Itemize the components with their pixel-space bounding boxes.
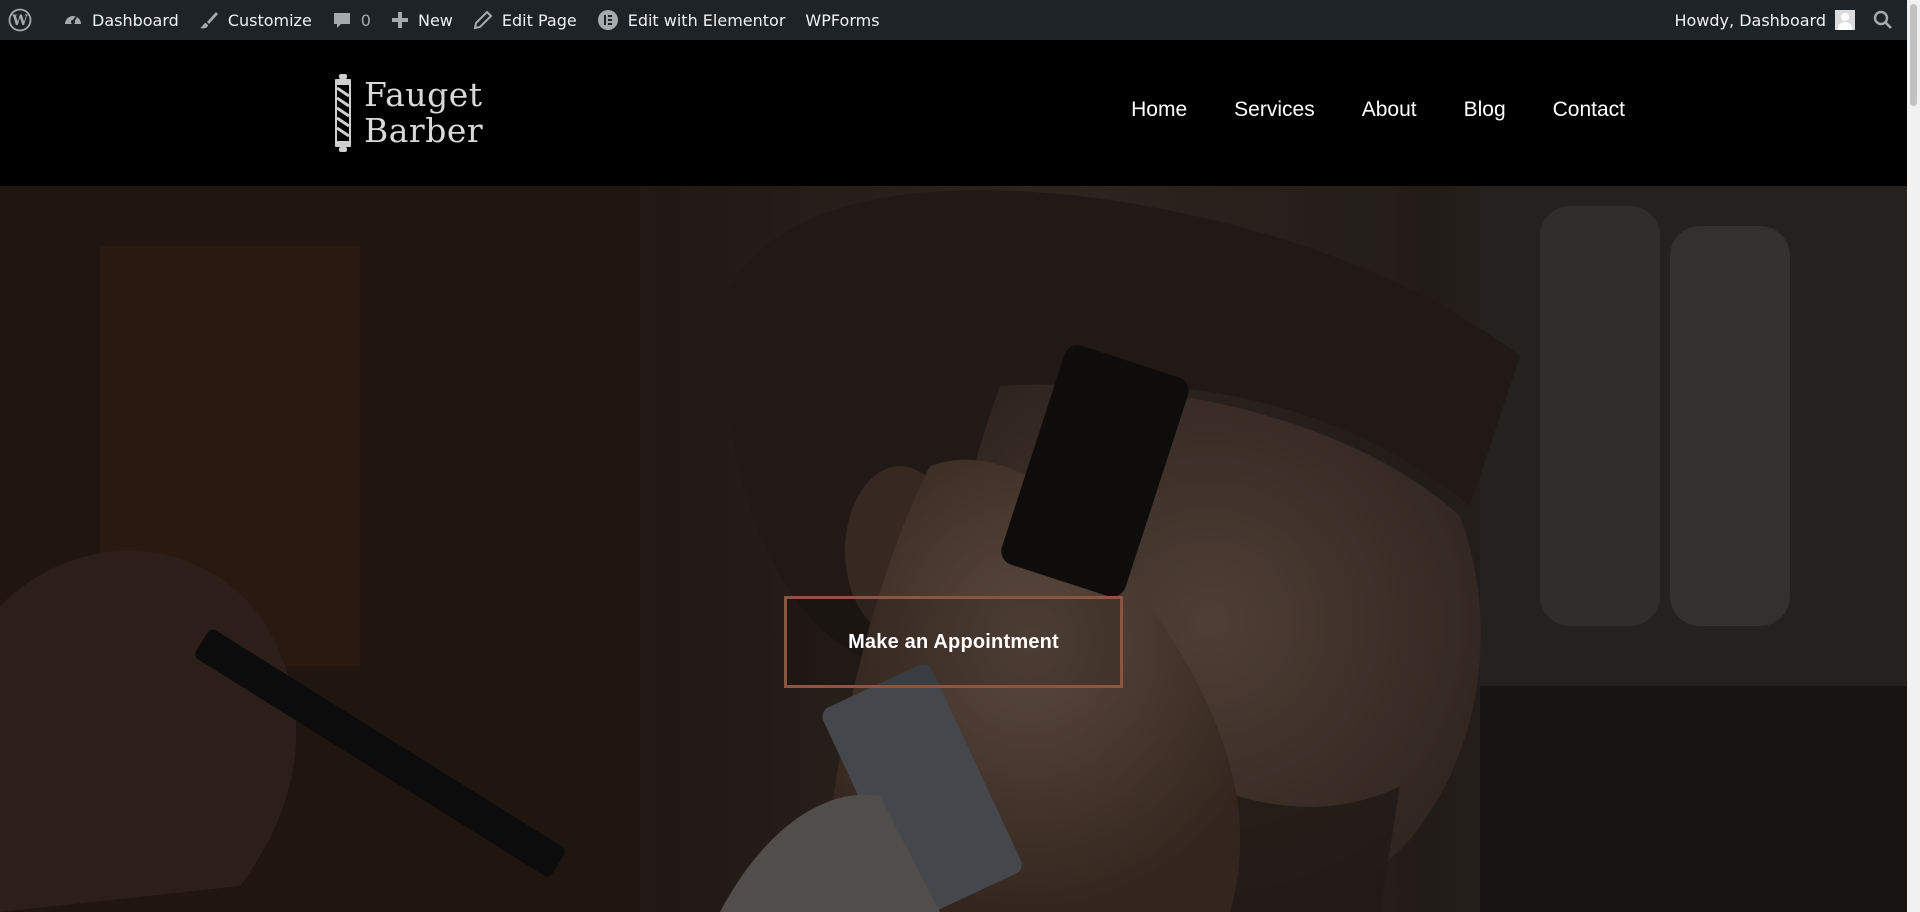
logo-text: Fauget Barber xyxy=(364,77,483,149)
dashboard-label: Dashboard xyxy=(92,10,179,30)
edit-elementor-label: Edit with Elementor xyxy=(627,10,786,30)
customize-label: Customize xyxy=(227,10,312,30)
admin-bar: W Dashboard Customize 0 New Edit Page Ed… xyxy=(0,0,1907,40)
logo-line-2: Barber xyxy=(364,111,484,150)
nav-services[interactable]: Services xyxy=(1234,98,1315,122)
wordpress-icon: W xyxy=(8,8,32,32)
comments-link[interactable]: 0 xyxy=(322,0,381,40)
new-label: New xyxy=(417,10,453,30)
dashboard-gauge-icon xyxy=(63,10,83,30)
edit-page-label: Edit Page xyxy=(501,10,577,30)
elementor-icon xyxy=(597,9,619,31)
site-header: Fauget Barber Home Services About Blog C… xyxy=(0,40,1907,186)
nav-about[interactable]: About xyxy=(1362,98,1417,122)
nav-home[interactable]: Home xyxy=(1131,98,1187,122)
main-nav: Home Services About Blog Contact xyxy=(1084,98,1625,122)
edit-elementor-link[interactable]: Edit with Elementor xyxy=(587,0,796,40)
avatar xyxy=(1835,10,1855,30)
nav-blog[interactable]: Blog xyxy=(1464,98,1506,122)
site-logo[interactable]: Fauget Barber xyxy=(328,72,483,154)
nav-contact[interactable]: Contact xyxy=(1553,98,1625,122)
scrollbar-thumb[interactable] xyxy=(1910,4,1917,106)
comments-count: 0 xyxy=(360,10,371,30)
wpforms-link[interactable]: WPForms xyxy=(795,0,889,40)
account-menu[interactable]: Howdy, Dashboard xyxy=(1664,0,1865,40)
admin-search-button[interactable] xyxy=(1865,0,1907,40)
hero-section: Make an Appointment xyxy=(0,186,1907,912)
svg-text:W: W xyxy=(11,13,28,29)
barber-pole-icon xyxy=(335,74,351,152)
plus-icon xyxy=(391,11,409,29)
pencil-icon xyxy=(473,10,493,30)
logo-line-1: Fauget xyxy=(364,75,483,114)
greeting-label: Howdy, Dashboard xyxy=(1674,10,1826,30)
comment-icon xyxy=(332,10,352,30)
search-icon xyxy=(1873,10,1893,30)
customize-link[interactable]: Customize xyxy=(189,0,322,40)
new-content-link[interactable]: New xyxy=(381,0,463,40)
hero-background-image xyxy=(0,186,1907,912)
page-scrollbar[interactable] xyxy=(1907,0,1920,912)
wp-logo-menu[interactable]: W xyxy=(0,0,53,40)
brush-icon xyxy=(199,10,219,30)
dashboard-link[interactable]: Dashboard xyxy=(53,0,189,40)
edit-page-link[interactable]: Edit Page xyxy=(463,0,587,40)
make-appointment-button[interactable]: Make an Appointment xyxy=(784,596,1123,688)
wpforms-label: WPForms xyxy=(805,10,880,30)
